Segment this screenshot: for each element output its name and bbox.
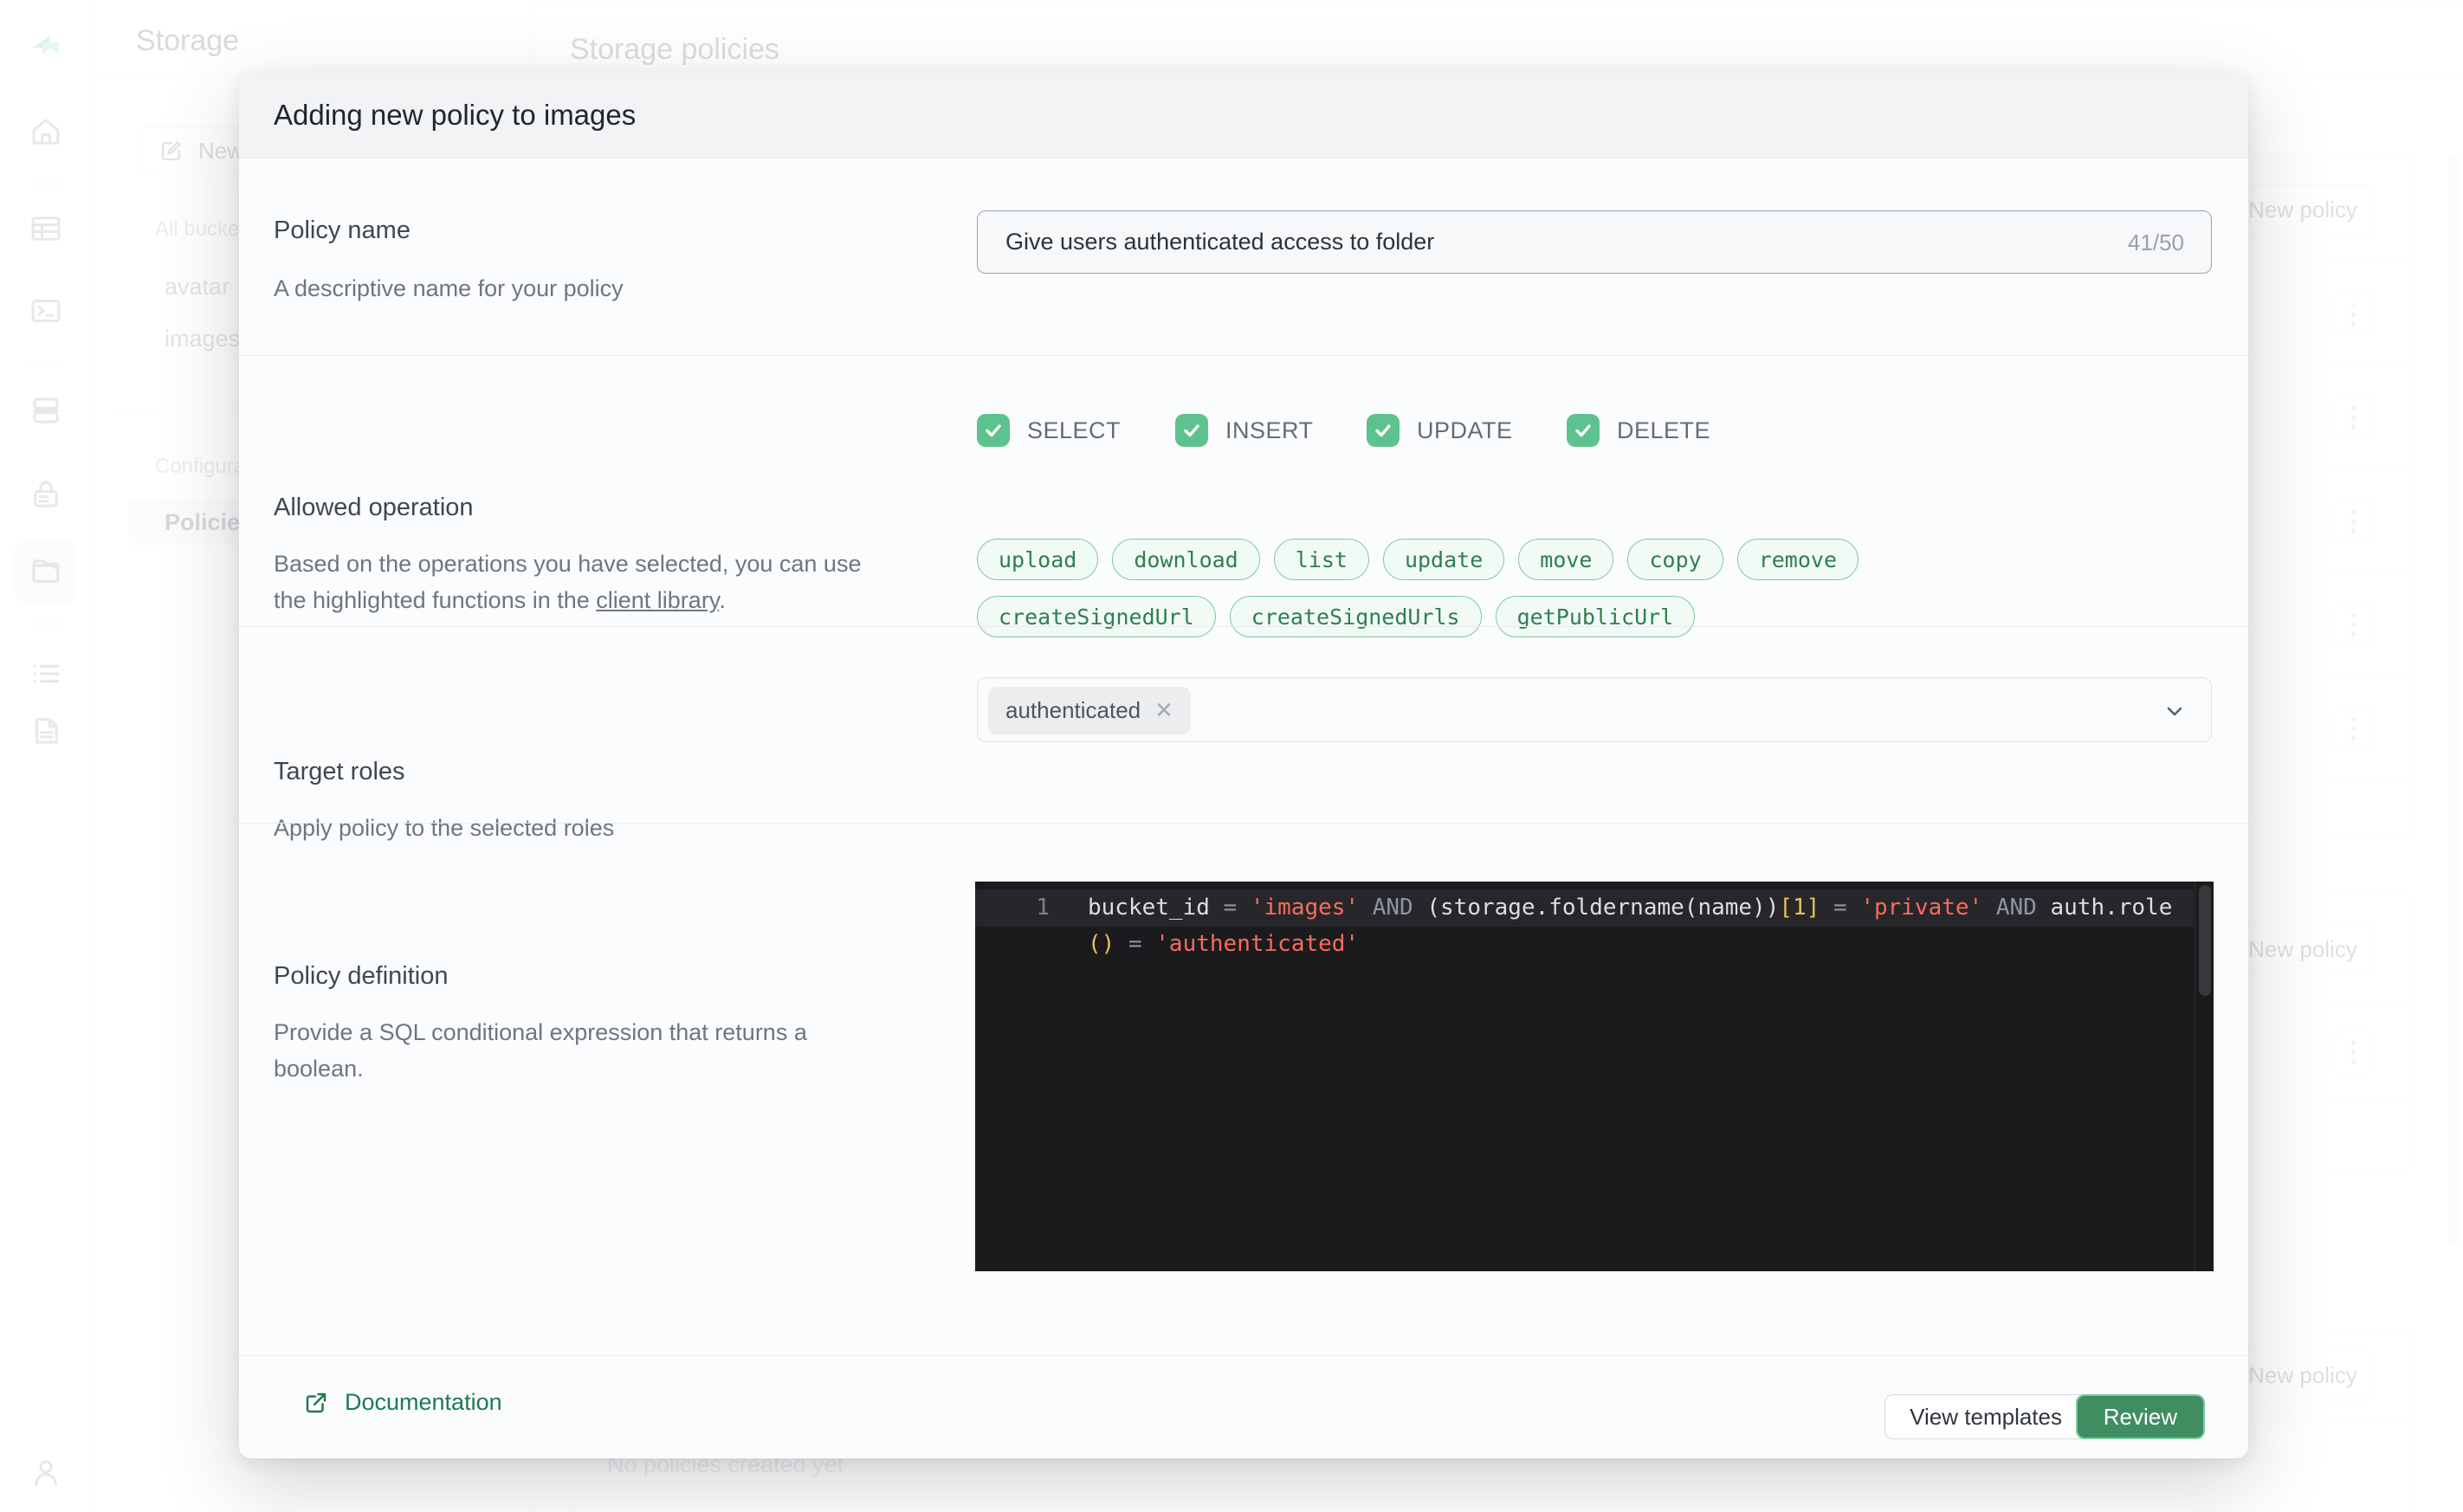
operation-label: UPDATE bbox=[1417, 417, 1513, 444]
code-line: bucket_id = 'images' AND (storage.folder… bbox=[1088, 889, 2172, 926]
screen: Storage New bucket All buckets avatar im… bbox=[0, 0, 2463, 1512]
add-policy-modal: Adding new policy to images Policy name … bbox=[239, 73, 2248, 1458]
function-pill-copy: copy bbox=[1627, 539, 1723, 580]
operation-label: INSERT bbox=[1225, 417, 1314, 444]
policy-definition-description: Provide a SQL conditional expression tha… bbox=[274, 1014, 845, 1087]
description-text: . bbox=[719, 587, 726, 613]
policy-definition-label: Policy definition bbox=[274, 962, 449, 991]
external-link-icon bbox=[303, 1390, 329, 1416]
function-pill-createSignedUrls: createSignedUrls bbox=[1230, 596, 1482, 637]
function-pill-upload: upload bbox=[977, 539, 1098, 580]
policy-name-description: A descriptive name for your policy bbox=[274, 270, 624, 307]
function-pill-move: move bbox=[1518, 539, 1613, 580]
code-line: () = 'authenticated' bbox=[1088, 926, 2172, 962]
documentation-link[interactable]: Documentation bbox=[303, 1389, 502, 1416]
chevron-down-icon bbox=[2162, 699, 2187, 727]
section-divider bbox=[239, 626, 2248, 627]
documentation-label: Documentation bbox=[345, 1389, 502, 1416]
function-pill-list: list bbox=[1274, 539, 1369, 580]
view-templates-button[interactable]: View templates bbox=[1884, 1394, 2087, 1439]
modal-title: Adding new policy to images bbox=[274, 99, 636, 132]
policy-name-input[interactable] bbox=[977, 210, 2212, 274]
functions-pills-row-2: createSignedUrl createSignedUrls getPublic… bbox=[977, 596, 1695, 637]
editor-code: bucket_id = 'images' AND (storage.folder… bbox=[1088, 889, 2172, 962]
section-divider bbox=[239, 823, 2248, 824]
operation-checkbox-select[interactable]: SELECT bbox=[977, 414, 1121, 447]
checkbox-checked-icon bbox=[1175, 414, 1208, 447]
editor-scrollbar-thumb[interactable] bbox=[2199, 885, 2211, 996]
target-roles-description: Apply policy to the selected roles bbox=[274, 810, 614, 846]
function-pill-download: download bbox=[1112, 539, 1259, 580]
checkbox-checked-icon bbox=[1567, 414, 1600, 447]
target-roles-label: Target roles bbox=[274, 758, 405, 786]
function-pill-update: update bbox=[1383, 539, 1504, 580]
role-tag-label: authenticated bbox=[1005, 697, 1141, 724]
modal-header: Adding new policy to images bbox=[239, 73, 2248, 158]
role-tag-authenticated: authenticated ✕ bbox=[988, 687, 1191, 734]
operation-checkbox-delete[interactable]: DELETE bbox=[1567, 414, 1710, 447]
checkbox-checked-icon bbox=[1367, 414, 1400, 447]
remove-role-icon[interactable]: ✕ bbox=[1154, 697, 1173, 724]
function-pill-getPublicUrl: getPublicUrl bbox=[1496, 596, 1696, 637]
description-text: Based on the operations you have selecte… bbox=[274, 551, 861, 613]
operation-label: SELECT bbox=[1027, 417, 1121, 444]
modal-footer: Documentation View templates Review bbox=[239, 1355, 2248, 1458]
allowed-operation-label: Allowed operation bbox=[274, 494, 474, 522]
policy-name-field-wrap: 41/50 bbox=[977, 210, 2212, 274]
operation-checkbox-update[interactable]: UPDATE bbox=[1367, 414, 1513, 447]
char-counter: 41/50 bbox=[2128, 229, 2184, 256]
policy-name-label: Policy name bbox=[274, 216, 410, 245]
function-pill-createSignedUrl: createSignedUrl bbox=[977, 596, 1216, 637]
function-pill-remove: remove bbox=[1737, 539, 1859, 580]
checkbox-checked-icon bbox=[977, 414, 1010, 447]
client-library-link[interactable]: client library bbox=[596, 587, 719, 613]
section-divider bbox=[239, 355, 2248, 356]
editor-scrollbar[interactable] bbox=[2195, 882, 2214, 1271]
review-button[interactable]: Review bbox=[2076, 1394, 2205, 1439]
functions-pills-row-1: upload download list update move copy remove bbox=[977, 539, 1859, 580]
allowed-operation-description: Based on the operations you have selecte… bbox=[274, 546, 880, 618]
sql-code-editor[interactable]: 1 bucket_id = 'images' AND (storage.fold… bbox=[975, 882, 2214, 1271]
editor-line-number: 1 bbox=[975, 889, 1050, 926]
operation-checkbox-insert[interactable]: INSERT bbox=[1175, 414, 1314, 447]
target-roles-select[interactable]: authenticated ✕ bbox=[977, 677, 2212, 742]
operation-label: DELETE bbox=[1617, 417, 1710, 444]
